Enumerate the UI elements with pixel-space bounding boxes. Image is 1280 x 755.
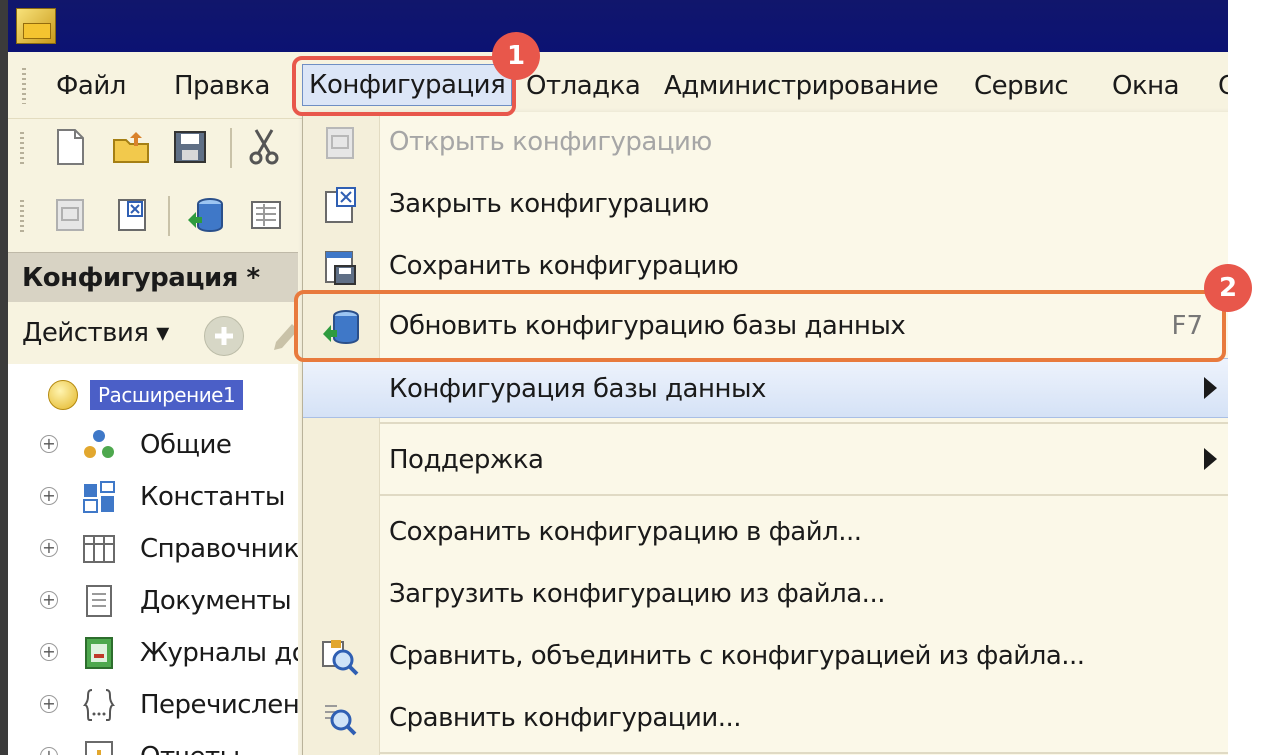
menu-item-save-to-file[interactable]: Сохранить конфигурацию в файл... (303, 502, 1228, 562)
menu-item-database-configuration[interactable]: Конфигурация базы данных (303, 358, 1228, 418)
menu-item-compare-merge-file[interactable]: Сравнить, объединить с конфигурацией из … (303, 626, 1228, 686)
menu-service[interactable]: Сервис (970, 70, 1072, 102)
tree-item-label: Перечислен (140, 690, 298, 720)
tree-item-label: Расширение1 (90, 380, 244, 410)
callout-highlight-configuration-menu (292, 56, 516, 116)
menu-item-label: Сохранить конфигурацию (389, 251, 739, 281)
open-folder-icon[interactable] (112, 128, 149, 166)
open-config-icon (321, 124, 359, 162)
toolbar-configuration (8, 186, 298, 244)
menu-item-compare-configurations[interactable]: Сравнить конфигурации... (303, 688, 1228, 748)
expand-icon[interactable]: + (40, 747, 58, 755)
menu-windows[interactable]: Окна (1108, 70, 1183, 102)
menu-item-label: Сравнить, объединить с конфигурацией из … (389, 641, 1085, 671)
menu-separator (379, 494, 1228, 496)
tree-item-label: Журналы до (140, 638, 298, 668)
menu-item-support[interactable]: Поддержка (303, 430, 1228, 490)
toolbar-grip[interactable] (20, 132, 24, 164)
new-document-icon[interactable] (52, 128, 88, 166)
menu-file[interactable]: Файл (52, 70, 130, 102)
open-config-icon[interactable] (52, 196, 88, 234)
catalogs-icon (82, 532, 116, 566)
menu-administration[interactable]: Администрирование (660, 70, 942, 102)
menubar-grip[interactable] (22, 68, 26, 104)
menu-debug[interactable]: Отладка (522, 70, 644, 102)
tree-item-enums[interactable]: + Перечислен (8, 680, 298, 730)
configuration-menu-dropdown: Открыть конфигурацию Закрыть конфигураци… (302, 112, 1228, 755)
reports-icon (82, 740, 116, 755)
toolbar-separator (168, 196, 170, 236)
tree-item-reports[interactable]: + Отчеты (8, 732, 298, 755)
menu-edit[interactable]: Правка (170, 70, 274, 102)
expand-icon[interactable]: + (40, 643, 58, 661)
save-icon[interactable] (172, 128, 208, 166)
menu-help-truncated[interactable]: С (1214, 70, 1228, 102)
toolbar-standard (8, 118, 298, 176)
tree-item-common[interactable]: + Общие (8, 420, 298, 470)
1c-logo-icon[interactable] (16, 8, 56, 44)
update-database-icon[interactable] (186, 196, 223, 234)
tree-item-label: Справочник (140, 534, 298, 564)
menu-item-label: Конфигурация базы данных (389, 374, 766, 404)
close-config-icon[interactable] (114, 196, 150, 234)
callout-highlight-update-database (294, 290, 1226, 362)
expand-icon[interactable]: + (40, 487, 58, 505)
callout-number-badge: 2 (1204, 264, 1252, 312)
menu-item-label: Открыть конфигурацию (389, 127, 712, 157)
tree-item-journals[interactable]: + Журналы до (8, 628, 298, 678)
title-bar (8, 0, 1228, 52)
menu-item-close-configuration[interactable]: Закрыть конфигурацию (303, 174, 1228, 234)
extension-icon (48, 380, 78, 410)
common-icon (82, 428, 116, 462)
tree-item-catalogs[interactable]: + Справочник (8, 524, 298, 574)
toolbar-grip[interactable] (20, 200, 24, 232)
callout-number-badge: 1 (492, 32, 540, 80)
menu-separator (379, 422, 1228, 424)
menu-item-label: Сравнить конфигурации... (389, 703, 742, 733)
menu-item-label: Поддержка (389, 445, 544, 475)
menu-item-load-from-file[interactable]: Загрузить конфигурацию из файла... (303, 564, 1228, 624)
menu-bar: Файл Правка Конфигурация Отладка Админис… (8, 52, 1228, 119)
tree-item-label: Константы (140, 482, 285, 512)
tree-item-constants[interactable]: + Константы (8, 472, 298, 522)
menu-item-open-configuration[interactable]: Открыть конфигурацию (303, 112, 1228, 172)
configuration-panel-title: Конфигурация * (8, 252, 298, 302)
tree-item-label: Документы (140, 586, 292, 616)
compare-merge-icon (321, 638, 359, 676)
actions-dropdown[interactable]: Действия ▾ (22, 316, 169, 350)
menu-separator (379, 752, 1228, 754)
tree-item-documents[interactable]: + Документы (8, 576, 298, 626)
expand-icon[interactable]: + (40, 695, 58, 713)
constants-icon (82, 480, 116, 514)
menu-item-label: Закрыть конфигурацию (389, 189, 709, 219)
journals-icon (82, 636, 116, 670)
submenu-arrow-icon (1204, 377, 1217, 399)
cut-icon[interactable] (246, 128, 282, 166)
close-config-icon (321, 186, 359, 224)
menu-item-label: Сохранить конфигурацию в файл... (389, 517, 862, 547)
tree-item-label: Общие (140, 430, 232, 460)
documents-icon (82, 584, 116, 618)
panel-actions-bar: Действия ▾ (8, 302, 298, 365)
enums-icon (82, 688, 116, 722)
save-config-icon (321, 248, 359, 286)
configuration-tree: Расширение1 + Общие + Константы + Справо… (8, 364, 298, 755)
tree-item-label: Отчеты (140, 740, 240, 755)
properties-icon[interactable] (248, 196, 284, 234)
menu-item-save-configuration[interactable]: Сохранить конфигурацию (303, 236, 1228, 296)
compare-icon (321, 700, 359, 738)
expand-icon[interactable]: + (40, 591, 58, 609)
tree-item-extension[interactable]: Расширение1 (8, 370, 298, 420)
configurator-window: Файл Правка Конфигурация Отладка Админис… (0, 0, 1228, 755)
submenu-arrow-icon (1204, 448, 1217, 470)
toolbar-separator (230, 128, 232, 168)
expand-icon[interactable]: + (40, 435, 58, 453)
add-icon[interactable] (204, 316, 244, 356)
menu-item-label: Загрузить конфигурацию из файла... (389, 579, 885, 609)
expand-icon[interactable]: + (40, 539, 58, 557)
